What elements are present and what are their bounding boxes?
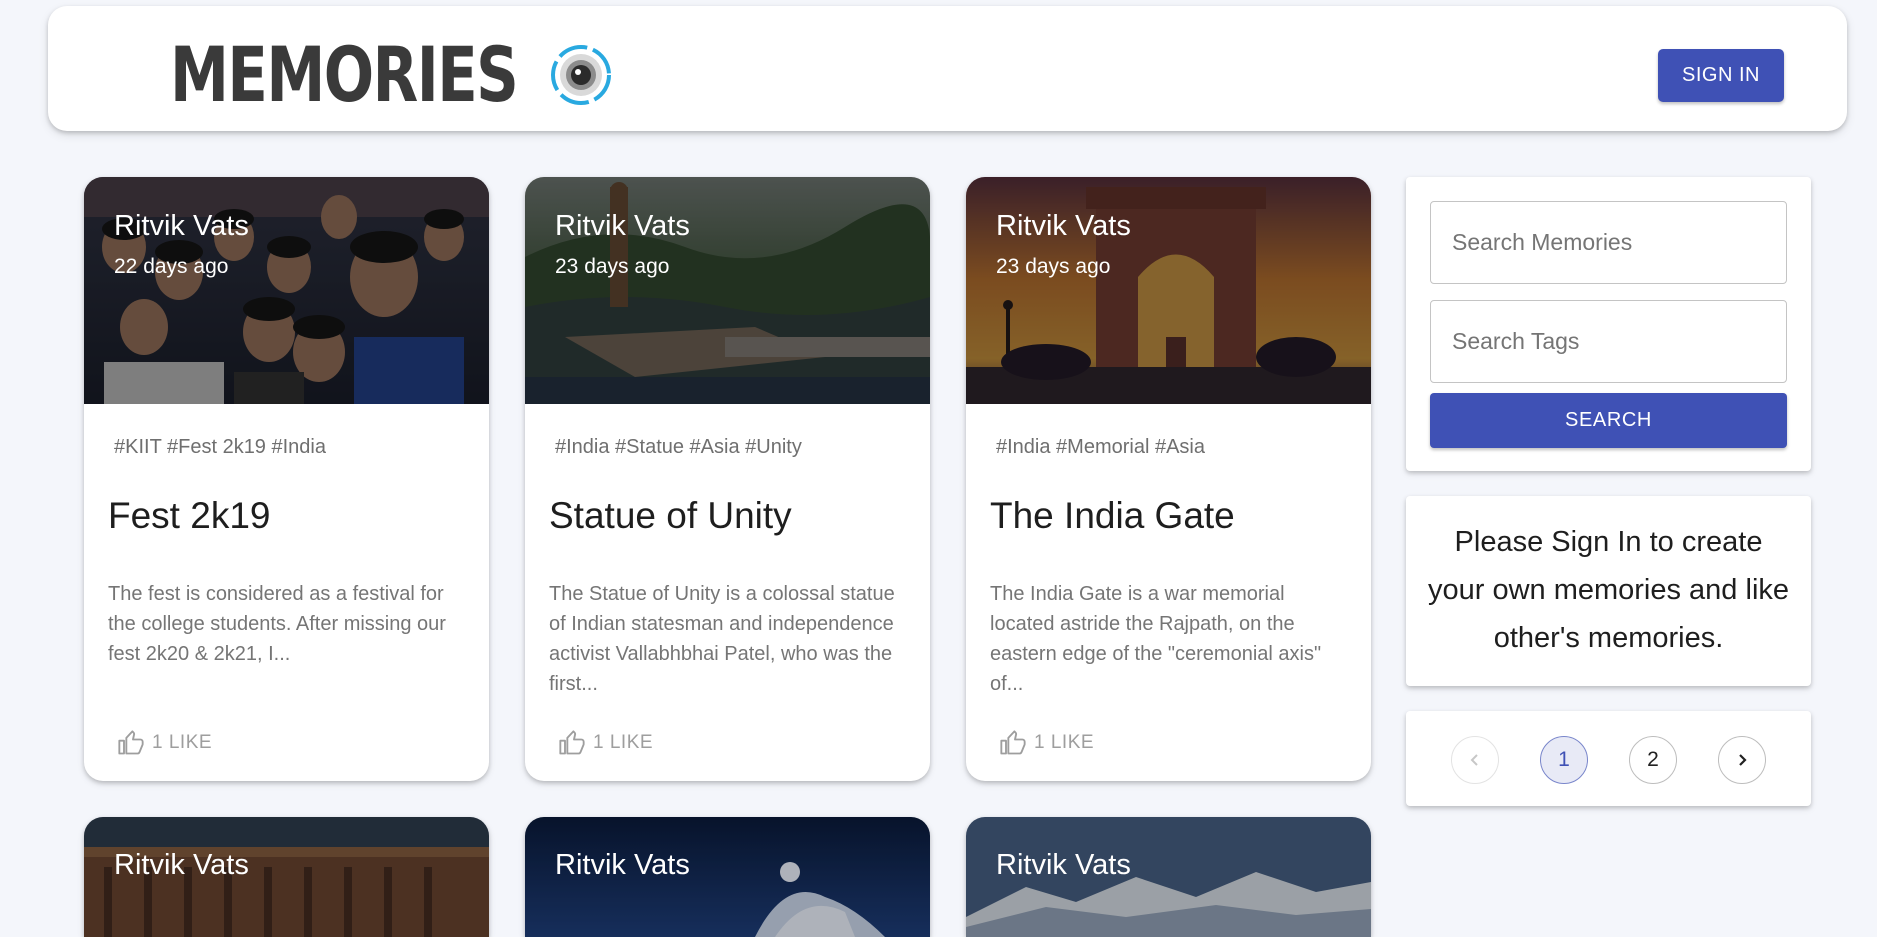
post-image: Ritvik Vats: [966, 817, 1371, 937]
chevron-left-icon: [1470, 754, 1478, 766]
app-bar: MEMORIES SIGN IN: [48, 6, 1847, 131]
brand[interactable]: MEMORIES: [170, 36, 613, 114]
post-image: Ritvik Vats 23 days ago: [966, 177, 1371, 404]
post-image: Ritvik Vats 22 days ago: [84, 177, 489, 404]
next-page-button[interactable]: [1718, 736, 1766, 784]
post-card: Ritvik Vats: [84, 817, 489, 937]
post-card-fest: Ritvik Vats 22 days ago #KIIT #Fest 2k19…: [84, 177, 489, 781]
pagination-panel: 1 2: [1406, 711, 1811, 806]
page-button-2[interactable]: 2: [1629, 736, 1677, 784]
like-count: 1 LIKE: [593, 732, 654, 753]
page-button-1[interactable]: 1: [1540, 736, 1588, 784]
post-title: Fest 2k19: [108, 495, 271, 536]
post-author: Ritvik Vats: [996, 849, 1131, 881]
search-panel: SEARCH: [1406, 177, 1811, 471]
post-description: The Statue of Unity is a colossal statue…: [549, 583, 895, 695]
search-memories-input[interactable]: [1430, 201, 1787, 284]
search-tags-input[interactable]: [1430, 300, 1787, 383]
like-button[interactable]: 1 LIKE: [557, 729, 653, 757]
post-card-india-gate: Ritvik Vats 23 days ago #India #Memorial…: [966, 177, 1371, 781]
chevron-right-icon: [1739, 754, 1747, 766]
post-tags: #India #Memorial #Asia: [996, 436, 1205, 458]
search-button[interactable]: SEARCH: [1430, 393, 1787, 448]
sign-in-button[interactable]: SIGN IN: [1658, 49, 1784, 102]
post-author: Ritvik Vats: [996, 210, 1131, 242]
previous-page-button[interactable]: [1451, 736, 1499, 784]
post-author: Ritvik Vats: [114, 210, 249, 242]
like-button[interactable]: 1 LIKE: [116, 729, 212, 757]
post-image: Ritvik Vats 23 days ago: [525, 177, 930, 404]
pagination: 1 2: [1406, 736, 1811, 784]
post-card: Ritvik Vats: [525, 817, 930, 937]
post-title: Statue of Unity: [549, 495, 792, 536]
camera-lens-icon: [551, 45, 612, 105]
post-author: Ritvik Vats: [555, 210, 690, 242]
post-author: Ritvik Vats: [114, 849, 249, 881]
post-time: 22 days ago: [114, 255, 229, 278]
sign-in-notice-text: Please Sign In to create your own memori…: [1427, 526, 1790, 654]
brand-title: MEMORIES: [170, 30, 519, 119]
thumb-up-icon: [118, 730, 144, 755]
post-tags: #KIIT #Fest 2k19 #India: [114, 436, 326, 458]
post-card: Ritvik Vats: [966, 817, 1371, 937]
like-count: 1 LIKE: [1034, 732, 1095, 753]
post-image: Ritvik Vats: [525, 817, 930, 937]
post-time: 23 days ago: [996, 255, 1111, 278]
post-description: The fest is considered as a festival for…: [108, 583, 446, 665]
post-tags: #India #Statue #Asia #Unity: [555, 436, 802, 458]
like-count: 1 LIKE: [152, 732, 213, 753]
post-title: The India Gate: [990, 495, 1235, 536]
post-time: 23 days ago: [555, 255, 670, 278]
post-card-statue-of-unity: Ritvik Vats 23 days ago #India #Statue #…: [525, 177, 930, 781]
post-author: Ritvik Vats: [555, 849, 690, 881]
post-image: Ritvik Vats: [84, 817, 489, 937]
sign-in-notice: Please Sign In to create your own memori…: [1406, 496, 1811, 686]
post-description: The India Gate is a war memorial located…: [990, 583, 1322, 695]
thumb-up-icon: [559, 730, 585, 755]
thumb-up-icon: [1000, 730, 1026, 755]
like-button[interactable]: 1 LIKE: [998, 729, 1094, 757]
